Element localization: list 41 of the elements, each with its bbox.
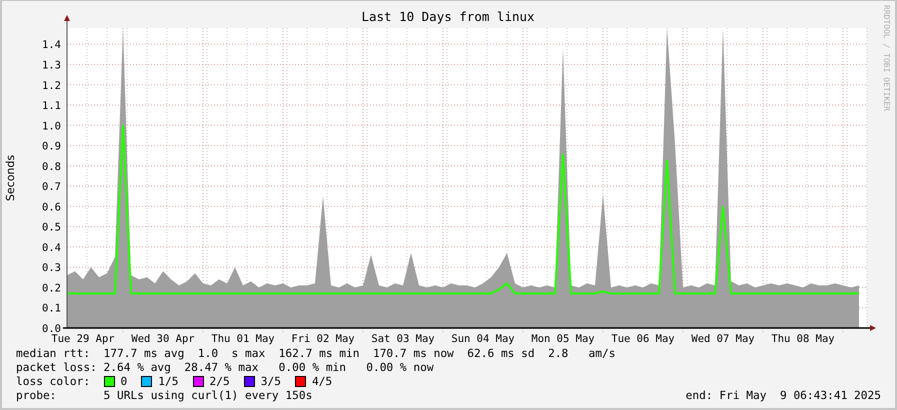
loss-label: 4/5 — [312, 374, 332, 388]
legend-label: median rtt: — [16, 346, 92, 360]
legend-label: loss color: — [16, 374, 92, 388]
loss-label: 3/5 — [260, 374, 281, 388]
y-tick-label: 1.1 — [42, 100, 61, 112]
y-tick-label: 0.6 — [42, 201, 61, 214]
x-tick-label: Wed 30 Apr — [131, 333, 195, 345]
y-tick-label: 0.0 — [42, 323, 61, 335]
probe-text: 5 URLs using curl(1) every 150s — [104, 388, 312, 402]
loss-label: 2/5 — [210, 374, 230, 388]
legend-text: 2.64 % avg 28.47 % max 0.00 % min 0.00 % now — [104, 360, 434, 374]
y-tick-label: 0.3 — [42, 262, 61, 274]
x-tick-label: Sun 04 May — [451, 333, 515, 345]
x-tick-label: Thu 01 May — [211, 333, 275, 345]
loss-label: 0 — [120, 374, 128, 388]
y-tick-label: 0.9 — [42, 140, 61, 153]
legend-text: 177.7 ms avg 1.0 s max 162.7 ms min 170.7 ms now 62.6 ms sd 2.8 am/s — [104, 346, 616, 360]
y-tick-label: 1.2 — [42, 80, 61, 92]
end-time: end: Fri May 9 06:43:41 2025 — [686, 388, 881, 402]
y-tick-label: 1.3 — [42, 59, 61, 72]
y-tick-label: 0.2 — [42, 282, 61, 294]
legend-label: packet loss: — [16, 360, 98, 374]
legend-label: probe: — [16, 388, 58, 402]
x-tick-label: Sat 03 May — [371, 333, 435, 345]
x-tick-label: Mon 05 May — [531, 333, 595, 345]
y-tick-label: 0.7 — [42, 181, 61, 194]
x-tick-label: Wed 07 May — [691, 333, 755, 345]
credit-text: RRDTOOL / TOBI OETIKER — [882, 5, 891, 111]
y-tick-label: 0.1 — [42, 302, 61, 315]
x-tick-label: Tue 29 Apr — [51, 333, 115, 345]
y-tick-label: 1.0 — [42, 120, 61, 132]
y-axis-label: Seconds — [4, 154, 17, 202]
x-tick-label: Thu 08 May — [771, 333, 835, 345]
chart-title: Last 10 Days from linux — [361, 9, 535, 24]
y-tick-label: 0.4 — [42, 242, 61, 254]
x-tick-label: Fri 02 May — [291, 333, 355, 345]
y-tick-label: 1.4 — [42, 39, 61, 52]
x-tick-label: Tue 06 May — [611, 333, 675, 345]
y-tick-label: 0.8 — [42, 160, 61, 173]
y-tick-label: 0.5 — [42, 222, 61, 234]
loss-label: 1/5 — [158, 374, 179, 388]
